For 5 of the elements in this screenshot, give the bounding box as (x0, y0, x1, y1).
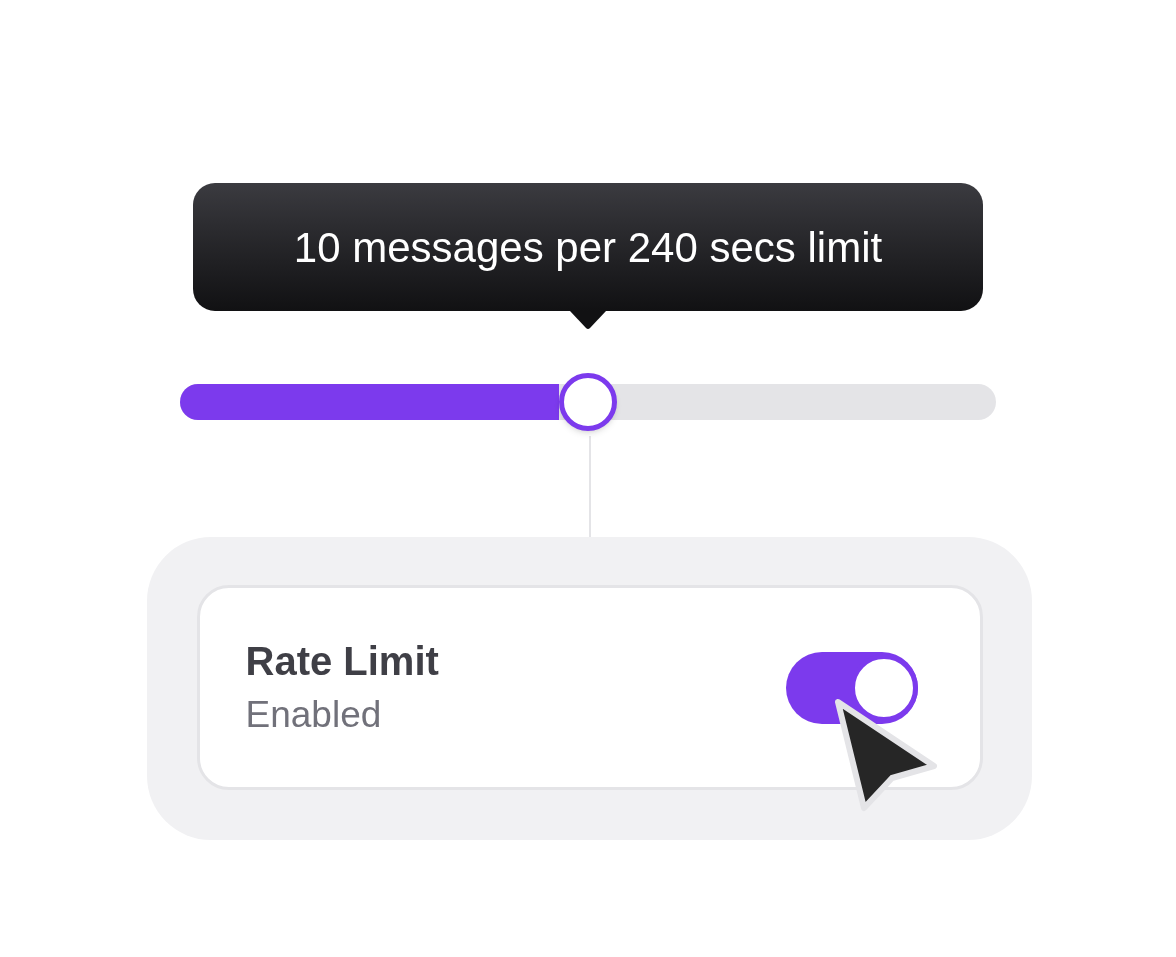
slider-thumb[interactable] (559, 373, 617, 431)
setting-status: Enabled (245, 693, 383, 738)
tooltip: 10 messages per 240 secs limit (193, 183, 983, 311)
setting-title: Rate Limit (245, 638, 439, 686)
tooltip-pointer (570, 311, 606, 330)
